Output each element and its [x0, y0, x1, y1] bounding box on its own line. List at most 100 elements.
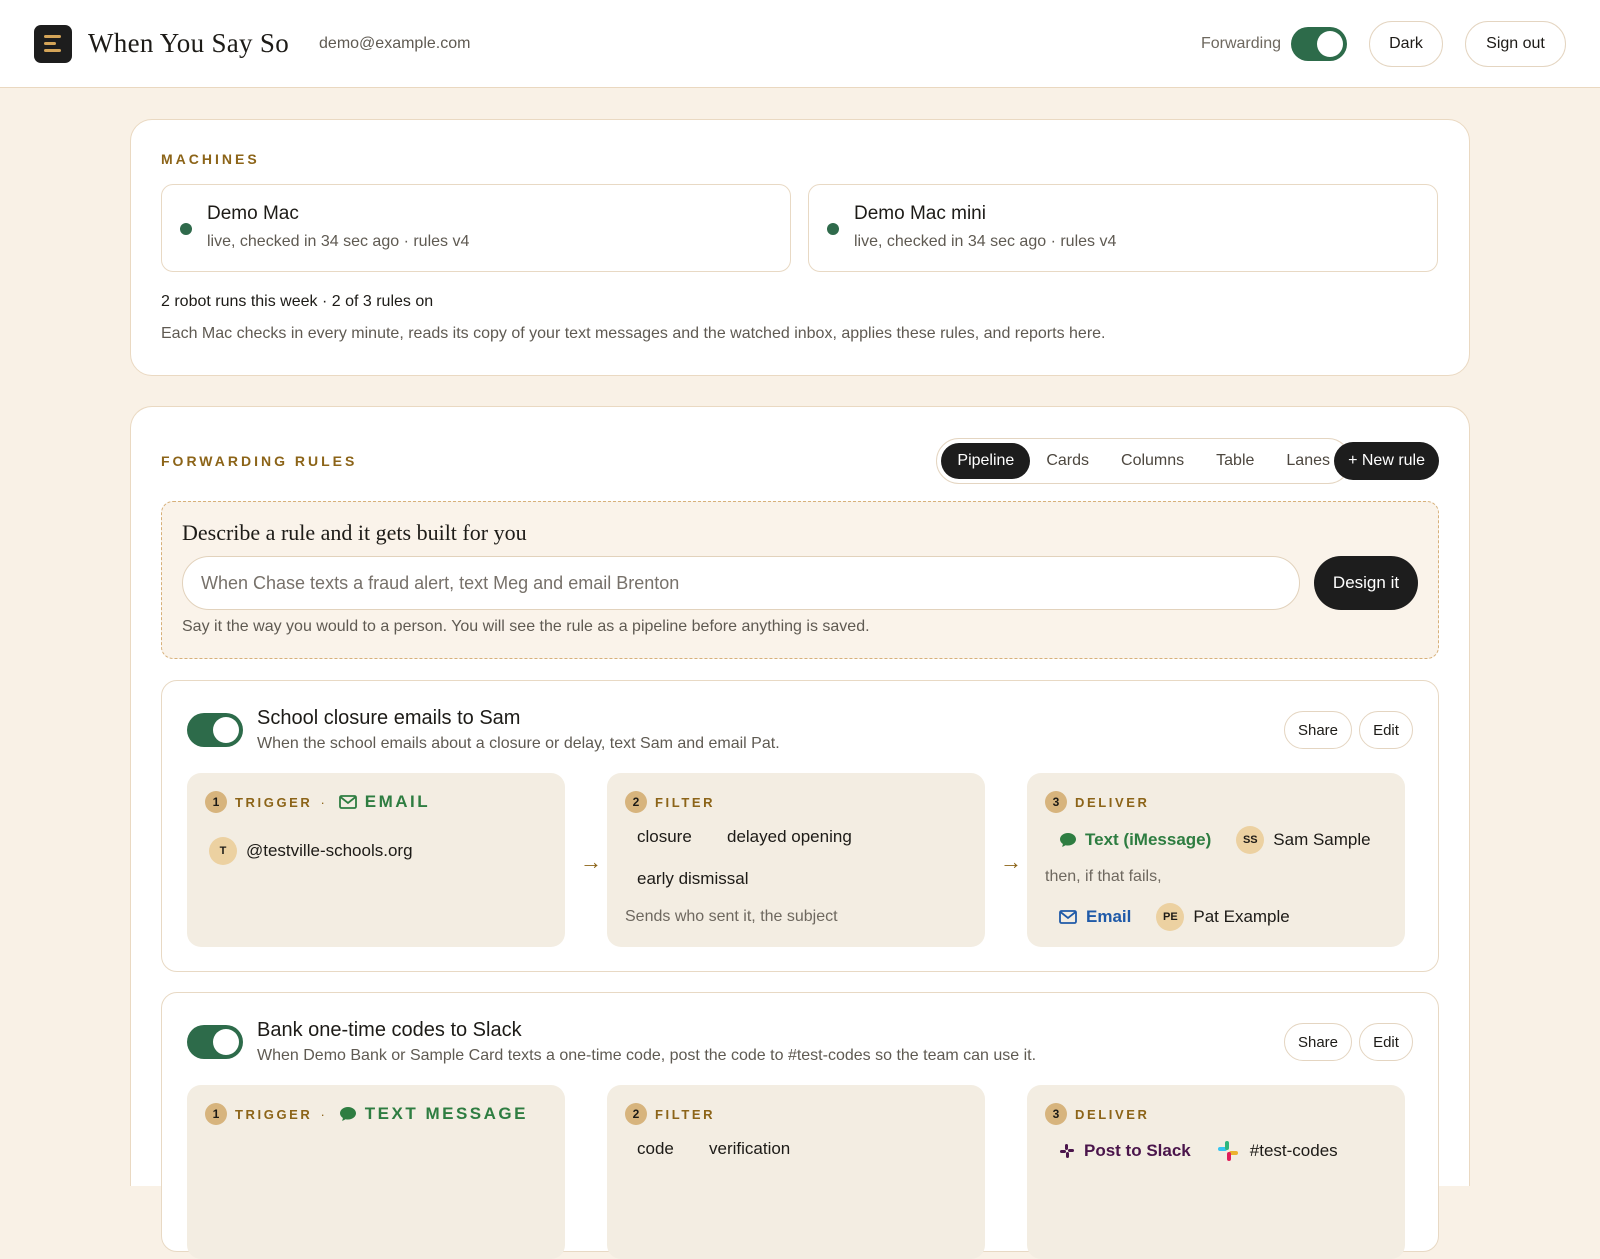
describe-rule-panel: Describe a rule and it gets built for yo…	[161, 501, 1439, 659]
machine-card[interactable]: Demo Mac live, checked in 34 sec ago · r…	[161, 184, 791, 272]
machine-status: live, checked in 34 sec ago · rules v4	[854, 233, 1117, 250]
deliver-stage[interactable]: 3 DELIVER Text (iMessage) SS Sam Sample …	[1027, 773, 1405, 947]
trigger-stage[interactable]: 1 TRIGGER · TEXT MESSAGE	[187, 1085, 565, 1259]
filter-keyword: verification	[709, 1139, 791, 1158]
forwarding-label: Forwarding	[1200, 34, 1281, 52]
rule-title: School closure emails to Sam	[257, 707, 521, 729]
rule-description: When the school emails about a closure o…	[257, 735, 780, 752]
avatar: SS	[1236, 826, 1265, 854]
toggle-knob	[1317, 30, 1343, 57]
fallback-text: then, if that fails,	[1045, 868, 1162, 885]
app-title: When You Say So	[88, 28, 290, 58]
filter-keyword: delayed opening	[727, 827, 852, 846]
deliver-recipient: Sam Sample	[1273, 830, 1371, 849]
trigger-source-address: @testville-schools.org	[246, 841, 413, 860]
stage-label: DELIVER	[1075, 1106, 1150, 1122]
stage-header: 1 TRIGGER · TEXT MESSAGE	[205, 1103, 528, 1125]
separator: ·	[320, 794, 325, 810]
slack-icon	[1059, 1143, 1075, 1159]
describe-title: Describe a rule and it gets built for yo…	[182, 520, 527, 545]
rule-description: When Demo Bank or Sample Card texts a on…	[257, 1047, 1037, 1064]
deliver-channel: Post to Slack	[1084, 1141, 1191, 1160]
rule-card: School closure emails to Sam When the sc…	[161, 680, 1439, 972]
top-bar: When You Say So demo@example.com Forward…	[0, 0, 1600, 88]
machine-card[interactable]: Demo Mac mini live, checked in 34 sec ag…	[808, 184, 1438, 272]
forwarding-toggle[interactable]	[1291, 26, 1347, 61]
arrow-right-icon: →	[1000, 849, 1022, 874]
trigger-stage[interactable]: 1 TRIGGER · EMAIL T @testville-schools.o…	[187, 773, 565, 947]
deliver-recipient: #test-codes	[1249, 1141, 1338, 1160]
stage-label: DELIVER	[1075, 794, 1150, 810]
view-switcher: Pipeline Cards Columns Table Lanes	[936, 438, 1351, 484]
sign-out-button[interactable]: Sign out	[1465, 20, 1566, 67]
rules-section-label: FORWARDING RULES	[161, 453, 358, 469]
arrow-right-icon: →	[580, 849, 602, 874]
deliver-recipient: Pat Example	[1193, 907, 1290, 926]
deliver-fallback: Email PE Pat Example	[1059, 903, 1290, 931]
new-rule-button[interactable]: + New rule	[1334, 442, 1439, 480]
filter-note: Sends who sent it, the subject	[625, 908, 838, 925]
view-tab-table[interactable]: Table	[1200, 443, 1270, 479]
filter-keyword: code	[637, 1139, 674, 1158]
deliver-channel: Text (iMessage)	[1085, 830, 1212, 849]
share-button[interactable]: Share	[1284, 1023, 1352, 1061]
stage-header: 1 TRIGGER · EMAIL	[205, 791, 430, 813]
menu-icon[interactable]	[34, 24, 72, 63]
machines-explanation: Each Mac checks in every minute, reads i…	[161, 325, 1106, 342]
rule-enabled-toggle[interactable]	[187, 1025, 243, 1059]
slack-icon	[1215, 1138, 1241, 1164]
machines-summary: 2 robot runs this week · 2 of 3 rules on	[161, 293, 434, 310]
avatar: PE	[1156, 903, 1185, 931]
machines-card: MACHINES Demo Mac live, checked in 34 se…	[130, 119, 1470, 376]
rule-enabled-toggle[interactable]	[187, 713, 243, 747]
step-number: 1	[205, 791, 227, 813]
stage-label: FILTER	[655, 1106, 716, 1122]
describe-rule-input[interactable]: When Chase texts a fraud alert, text Meg…	[182, 556, 1300, 610]
filter-stage[interactable]: 2 FILTER closure delayed opening early d…	[607, 773, 985, 947]
deliver-primary: Text (iMessage) SS Sam Sample	[1059, 826, 1371, 854]
step-number: 3	[1045, 791, 1067, 813]
stage-header: 2 FILTER	[625, 1103, 715, 1125]
view-tab-pipeline[interactable]: Pipeline	[941, 443, 1031, 479]
email-icon	[338, 795, 357, 809]
edit-button[interactable]: Edit	[1359, 1023, 1413, 1061]
separator: ·	[320, 1106, 325, 1122]
stage-header: 3 DELIVER	[1045, 1103, 1150, 1125]
machine-status: live, checked in 34 sec ago · rules v4	[207, 233, 470, 250]
top-right-controls: Forwarding Dark Sign out	[1200, 20, 1566, 67]
rule-card: Bank one-time codes to Slack When Demo B…	[161, 992, 1439, 1259]
design-it-button[interactable]: Design it	[1314, 556, 1418, 610]
machines-section-label: MACHINES	[161, 151, 260, 167]
machine-name: Demo Mac mini	[854, 203, 986, 224]
message-icon	[339, 1106, 357, 1122]
view-tab-cards[interactable]: Cards	[1030, 443, 1105, 479]
trigger-type: EMAIL	[364, 792, 431, 811]
deliver-channel: Email	[1086, 907, 1132, 926]
user-email: demo@example.com	[319, 34, 471, 52]
step-number: 2	[625, 791, 647, 813]
message-icon	[1059, 832, 1077, 848]
toggle-knob	[213, 717, 239, 743]
edit-button[interactable]: Edit	[1359, 711, 1413, 749]
view-tab-columns[interactable]: Columns	[1105, 443, 1200, 479]
stage-label: TRIGGER	[235, 794, 313, 810]
filter-stage[interactable]: 2 FILTER code verification	[607, 1085, 985, 1259]
trigger-type: TEXT MESSAGE	[364, 1104, 528, 1123]
step-number: 1	[205, 1103, 227, 1125]
step-number: 2	[625, 1103, 647, 1125]
live-status-dot	[180, 223, 192, 235]
share-button[interactable]: Share	[1284, 711, 1352, 749]
deliver-stage[interactable]: 3 DELIVER Post to Slack #test-codes	[1027, 1085, 1405, 1259]
filter-keyword: early dismissal	[637, 869, 749, 888]
dark-mode-button[interactable]: Dark	[1369, 20, 1443, 67]
email-icon	[1059, 910, 1077, 924]
live-status-dot	[827, 223, 839, 235]
stage-header: 2 FILTER	[625, 791, 715, 813]
stage-header: 3 DELIVER	[1045, 791, 1150, 813]
machine-name: Demo Mac	[207, 203, 299, 224]
rule-title: Bank one-time codes to Slack	[257, 1019, 522, 1041]
describe-hint: Say it the way you would to a person. Yo…	[182, 618, 870, 635]
stage-label: FILTER	[655, 794, 716, 810]
trigger-source: T @testville-schools.org	[209, 837, 413, 865]
avatar: T	[209, 837, 237, 865]
